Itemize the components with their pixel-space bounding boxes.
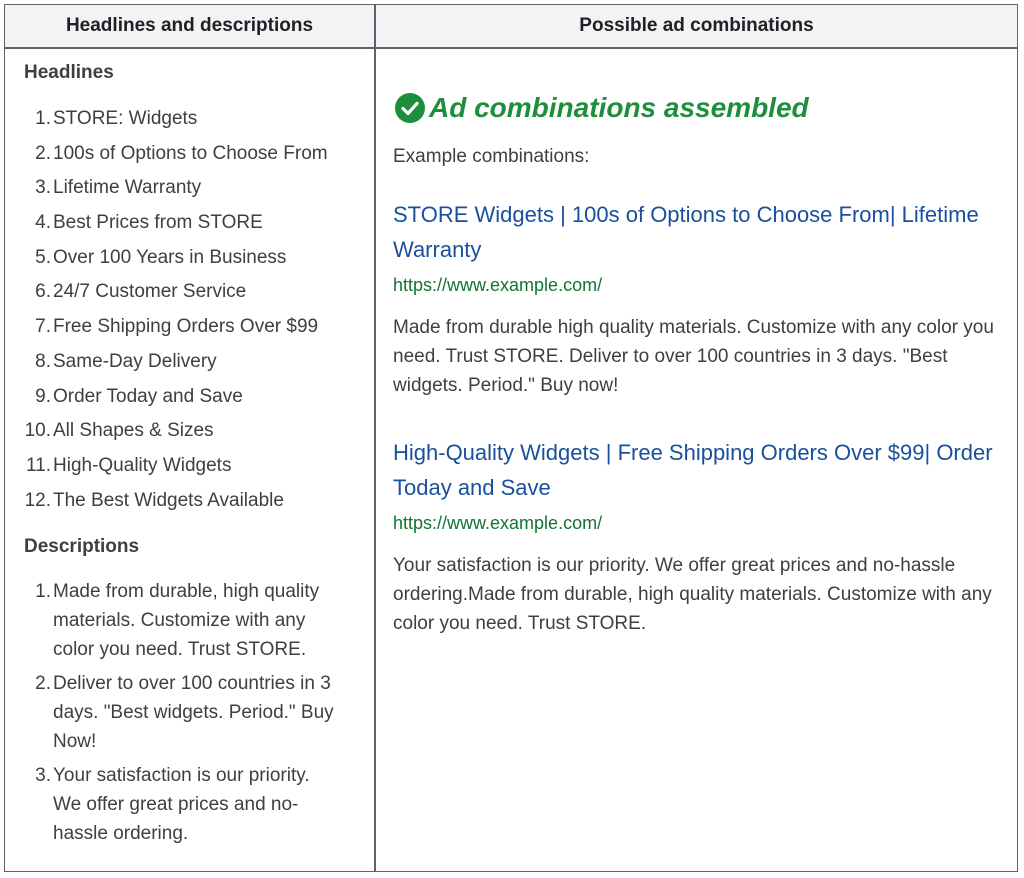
assembled-status-text: Ad combinations assembled bbox=[429, 92, 809, 123]
list-number: 3. bbox=[35, 765, 51, 786]
list-item-text: Made from durable, high quality material… bbox=[53, 581, 320, 660]
headline-item: 10. All Shapes & Sizes bbox=[5, 414, 374, 449]
ad-preview: High-Quality Widgets | Free Shipping Ord… bbox=[393, 435, 1008, 638]
list-item-text: Same-Day Delivery bbox=[53, 350, 217, 372]
list-number: 3. bbox=[35, 177, 51, 199]
list-item-text: The Best Widgets Available bbox=[53, 489, 284, 511]
column-divider bbox=[374, 5, 376, 871]
ad-display-url[interactable]: https://www.example.com/ bbox=[393, 509, 1008, 537]
list-item-text: Over 100 Years in Business bbox=[53, 246, 287, 268]
headline-item: 6. 24/7 Customer Service bbox=[5, 275, 374, 310]
headline-item: 12. The Best Widgets Available bbox=[5, 484, 374, 519]
list-number: 6. bbox=[35, 281, 51, 303]
list-item-text: Best Prices from STORE bbox=[53, 212, 263, 234]
description-item: 1. Made from durable, high quality materi… bbox=[5, 577, 374, 664]
header-divider bbox=[5, 47, 1017, 49]
list-number: 1. bbox=[35, 108, 51, 129]
headline-item: 9. Order Today and Save bbox=[5, 380, 374, 415]
list-item-text: STORE: Widgets bbox=[53, 108, 198, 129]
check-circle-icon bbox=[395, 93, 425, 123]
list-number: 10. bbox=[24, 420, 51, 442]
right-column-header: Possible ad combinations bbox=[579, 15, 814, 36]
list-number: 12. bbox=[24, 489, 51, 511]
list-item-text: Deliver to over 100 countries in 3 days.… bbox=[53, 673, 334, 752]
list-number: 4. bbox=[35, 212, 51, 234]
description-item: 3. Your satisfaction is our priority. We … bbox=[5, 761, 374, 848]
list-number: 2. bbox=[35, 142, 51, 164]
list-item-text: High-Quality Widgets bbox=[53, 454, 232, 476]
headline-item: 4. Best Prices from STORE bbox=[5, 206, 374, 241]
headline-item: 2. 100s of Options to Choose From bbox=[5, 137, 374, 172]
list-item-text: Order Today and Save bbox=[53, 385, 243, 407]
list-number: 2. bbox=[35, 673, 51, 694]
ad-display-url[interactable]: https://www.example.com/ bbox=[393, 271, 1008, 299]
list-number: 9. bbox=[35, 385, 51, 407]
list-number: 5. bbox=[35, 246, 51, 268]
description-item: 2. Deliver to over 100 countries in 3 day… bbox=[5, 669, 374, 756]
headline-item: 5. Over 100 Years in Business bbox=[5, 241, 374, 276]
ad-description: Made from durable high quality materials… bbox=[393, 317, 994, 396]
list-number: 7. bbox=[35, 316, 51, 338]
list-item-text: Lifetime Warranty bbox=[53, 177, 202, 199]
ad-preview: STORE Widgets | 100s of Options to Choos… bbox=[393, 197, 1008, 400]
headlines-title: Headlines bbox=[24, 62, 114, 83]
ad-description: Your satisfaction is our priority. We of… bbox=[393, 555, 992, 634]
ad-headline-link[interactable]: STORE Widgets | 100s of Options to Choos… bbox=[393, 197, 1008, 267]
list-number: 8. bbox=[35, 350, 51, 372]
headline-item: 11. High-Quality Widgets bbox=[5, 449, 374, 484]
headline-item: 1. STORE: Widgets bbox=[5, 102, 374, 137]
list-number: 11. bbox=[25, 454, 51, 476]
list-item-text: Free Shipping Orders Over $99 bbox=[53, 316, 319, 338]
headlines-list: 1. STORE: Widgets 2. 100s of Options to Cho… bbox=[5, 102, 374, 518]
list-number: 1. bbox=[35, 581, 51, 602]
headline-item: 7. Free Shipping Orders Over $99 bbox=[5, 310, 374, 345]
descriptions-list: 1. Made from durable, high quality materi… bbox=[5, 577, 374, 853]
assembled-status: Ad combinations assembled bbox=[395, 92, 809, 124]
headline-item: 3. Lifetime Warranty bbox=[5, 171, 374, 206]
list-item-text: Your satisfaction is our priority. We of… bbox=[53, 765, 310, 844]
list-item-text: All Shapes & Sizes bbox=[53, 420, 214, 442]
headline-item: 8. Same-Day Delivery bbox=[5, 345, 374, 380]
list-item-text: 100s of Options to Choose From bbox=[53, 142, 328, 164]
left-column-header: Headlines and descriptions bbox=[65, 15, 314, 36]
example-combinations-label: Example combinations: bbox=[393, 146, 590, 167]
descriptions-title: Descriptions bbox=[24, 536, 140, 557]
ad-headline-link[interactable]: High-Quality Widgets | Free Shipping Ord… bbox=[393, 435, 1008, 505]
comparison-table: Headlines and descriptions Possible ad c… bbox=[4, 4, 1018, 872]
list-item-text: 24/7 Customer Service bbox=[53, 281, 247, 303]
